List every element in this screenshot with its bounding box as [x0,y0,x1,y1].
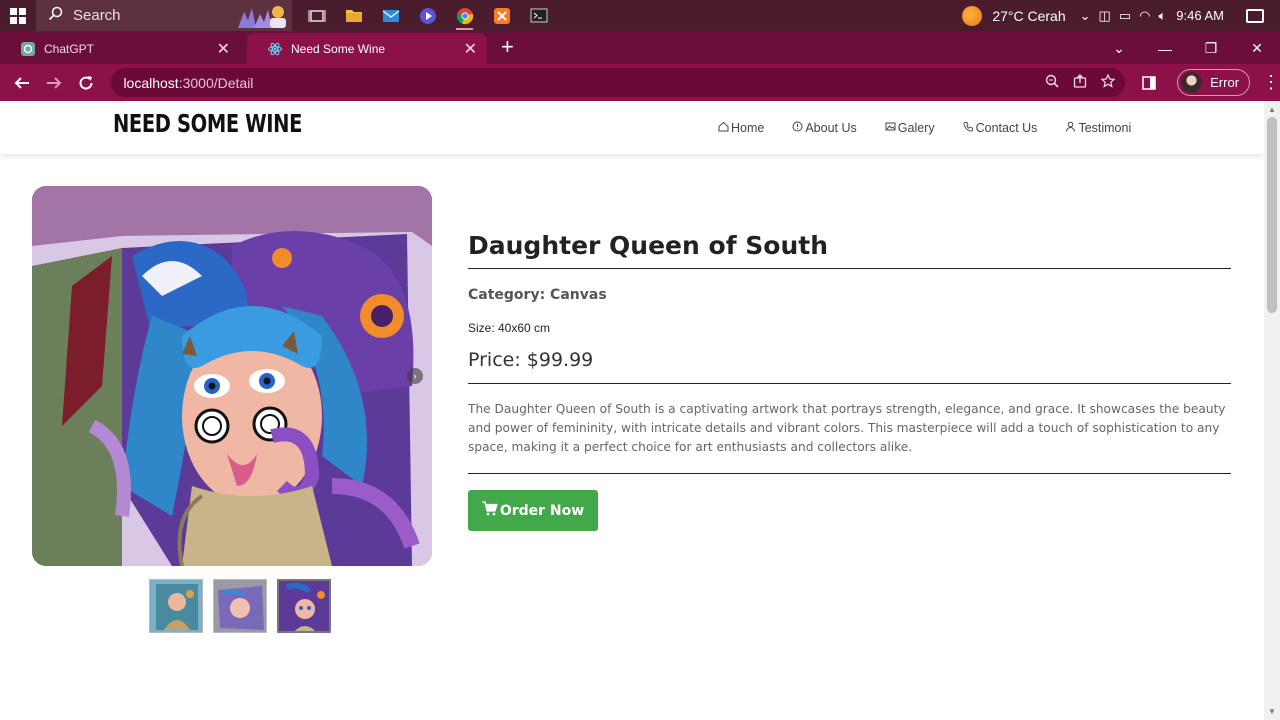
profile-button[interactable]: Error [1177,69,1251,96]
browser-menu-icon[interactable]: ⋮ [1262,72,1280,93]
side-panel-icon[interactable] [1133,67,1165,99]
thumbnail-2[interactable] [213,579,267,633]
user-icon [1065,121,1076,135]
chevron-up-icon[interactable]: ⌄ [1080,8,1091,24]
tab-chatgpt[interactable]: ChatGPT ✕ [0,33,240,64]
divider [468,268,1231,269]
file-explorer-icon[interactable] [335,0,372,31]
avatar [1181,72,1203,93]
page-scrollbar[interactable]: ▲ ▼ [1264,101,1280,720]
url-host: localhost [123,74,179,91]
nav-home[interactable]: Home [718,121,764,135]
xampp-icon[interactable] [483,0,520,31]
nav-label: Testimoni [1078,121,1132,135]
windows-logo-icon [10,7,26,24]
thumbnail-3[interactable] [277,579,331,633]
tab-title: Need Some Wine [291,41,386,56]
search-icon [48,6,63,25]
nav-label: About Us [805,121,857,135]
site-header: NEED SOME WINE Home About Us Galery Cont… [0,101,1264,154]
product-details: Daughter Queen of South Category: Canvas… [468,231,1231,531]
divider [468,383,1231,384]
product-title: Daughter Queen of South [468,231,828,260]
zoom-icon[interactable] [1045,74,1059,91]
nav-galery[interactable]: Galery [885,121,935,135]
info-icon [792,121,803,135]
order-now-label: Order Now [499,502,585,519]
close-tab-icon[interactable]: ✕ [464,39,477,59]
mail-icon[interactable] [372,0,409,31]
browser-tab-strip: ChatGPT ✕ Need Some Wine ✕ + ⌄ — ❐ ✕ [0,31,1280,64]
task-view-icon[interactable] [298,0,335,31]
phone-icon [963,121,974,135]
address-bar[interactable]: i localhost:3000/Detail [111,68,1126,208]
product-price: Price: $99.99 [468,349,594,371]
react-favicon-icon [267,41,283,57]
nav-contact-us[interactable]: Contact Us [963,121,1038,135]
thumbnail-strip [149,579,331,633]
minimize-button[interactable]: — [1142,41,1188,57]
notification-icon[interactable] [1246,8,1264,23]
app-launcher-icon[interactable] [409,0,446,31]
close-tab-icon[interactable]: ✕ [217,39,230,59]
site-nav: Home About Us Galery Contact Us Testimon… [718,121,1131,135]
weather-temp: 27°C [992,7,1024,24]
tab-need-some-wine[interactable]: Need Some Wine ✕ [247,33,487,64]
battery-icon[interactable]: ▭ [1119,8,1131,24]
bookmark-star-icon[interactable] [1100,73,1116,91]
cart-icon [482,501,498,520]
start-button[interactable] [0,0,36,31]
nav-testimoni[interactable]: Testimoni [1065,121,1131,135]
tab-search-chevron-icon[interactable]: ⌄ [1096,40,1142,57]
product-image [32,186,432,566]
share-icon[interactable] [1073,74,1087,91]
wifi-icon[interactable]: ◠ [1139,8,1150,24]
new-tab-button[interactable]: + [501,34,514,60]
weather-desc: Cerah [1027,7,1066,24]
taskbar-search-placeholder: Search [73,7,121,24]
product-category: Category: Canvas [468,287,607,303]
weather-sun-icon [962,5,983,26]
nav-about-us[interactable]: About Us [792,121,857,135]
profile-label: Error [1210,75,1240,90]
thumbnail-1[interactable] [149,579,203,633]
order-now-button[interactable]: Order Now [468,490,598,531]
carousel-next-button[interactable]: › [407,368,423,384]
search-highlight-art-icon [238,6,286,28]
web-page: NEED SOME WINE Home About Us Galery Cont… [0,101,1264,720]
image-icon [885,121,896,135]
volume-icon[interactable]: 🔈︎ [1158,8,1166,24]
nav-label: Contact Us [975,121,1038,135]
nav-label: Home [731,121,765,135]
forward-button[interactable] [38,67,70,99]
close-window-button[interactable]: ✕ [1234,40,1280,57]
clock[interactable]: 9:46 AM [1176,8,1224,23]
scroll-up-icon[interactable]: ▲ [1268,105,1276,114]
restore-button[interactable]: ❐ [1188,40,1234,57]
terminal-icon[interactable] [520,0,557,31]
product-description: The Daughter Queen of South is a captiva… [468,402,1226,454]
chatgpt-favicon-icon [20,41,36,57]
scroll-down-icon[interactable]: ▼ [1268,707,1276,716]
tab-title: ChatGPT [44,41,95,56]
home-icon [718,121,729,135]
product-size: Size: 40x60 cm [468,321,551,335]
taskbar-search[interactable]: Search [36,0,292,31]
url-path: :3000/Detail [178,74,254,91]
divider [468,473,1231,474]
scrollbar-thumb[interactable] [1267,117,1277,313]
site-logo[interactable]: NEED SOME WINE [113,109,302,138]
reload-button[interactable] [70,67,102,99]
browser-toolbar: i localhost:3000/Detail Error ⋮ [0,64,1280,208]
back-button[interactable] [6,67,38,99]
chrome-icon[interactable] [446,0,483,31]
artwork-image [32,186,432,566]
meet-now-icon[interactable]: ◫ [1099,8,1111,24]
windows-taskbar: Search 27°C Cerah ⌄ ◫ ▭ ◠ 🔈︎ 9:46 AM [0,0,1280,31]
nav-label: Galery [897,121,935,135]
